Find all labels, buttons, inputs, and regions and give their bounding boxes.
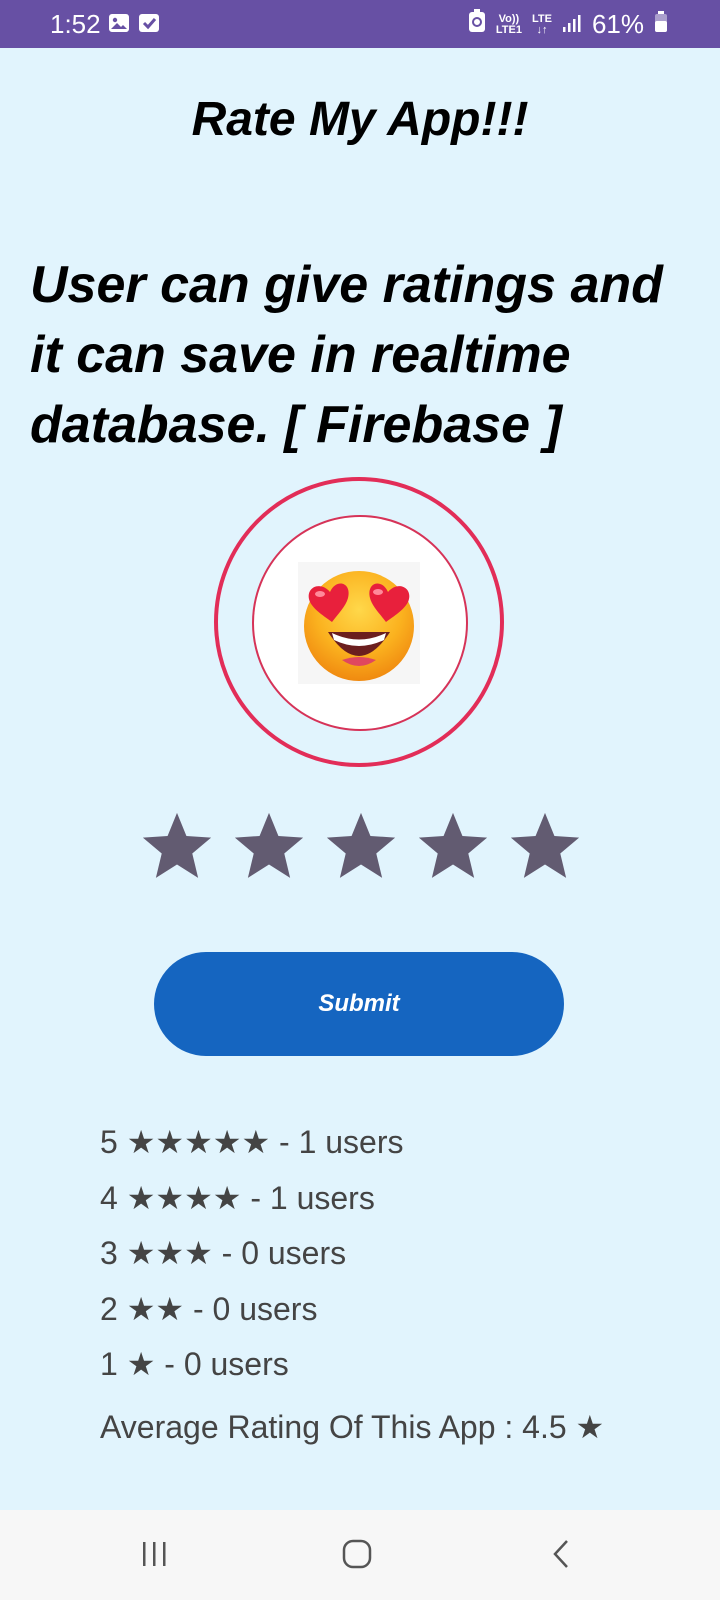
recent-apps-icon[interactable] [130, 1532, 180, 1576]
star-3-icon[interactable] [322, 808, 400, 886]
star-4-icon[interactable] [414, 808, 492, 886]
stat-row-3: 3 ★★★ - 0 users [100, 1235, 347, 1271]
lte-label: LTE ↓↑ [532, 13, 552, 36]
data-saver-icon [468, 9, 486, 40]
battery-percent: 61% [591, 9, 644, 39]
heart-eyes-emoji-icon [298, 562, 420, 684]
status-right: Vo)) LTE1 LTE ↓↑ 61% [468, 9, 668, 40]
stat-row-2: 2 ★★ - 0 users [100, 1291, 318, 1327]
status-bar: 1:52 Vo)) LTE1 LTE ↓↑ 61% [0, 0, 720, 48]
average-rating: Average Rating Of This App : 4.5 ★ [100, 1409, 605, 1445]
star-5-icon[interactable] [506, 808, 584, 886]
gallery-icon [108, 12, 130, 34]
description-text: User can give ratings and it can save in… [30, 256, 663, 454]
submit-button[interactable]: Submit [154, 952, 564, 1056]
navigation-bar [0, 1510, 720, 1600]
star-2-icon[interactable] [230, 808, 308, 886]
stat-row-1: 1 ★ - 0 users [100, 1346, 289, 1382]
rating-bar[interactable] [138, 808, 584, 886]
app-title: Rate My App!!! [191, 93, 529, 146]
network-label: Vo)) LTE1 [495, 13, 522, 36]
back-icon[interactable] [536, 1532, 586, 1576]
status-time: 1:52 [50, 9, 101, 39]
signal-icon [562, 9, 582, 40]
transfer-arrows-icon: ↓↑ [536, 23, 548, 36]
network-bottom: LTE1 [495, 23, 522, 36]
stat-row-5: 5 ★★★★★ - 1 users [100, 1124, 404, 1160]
checkbox-icon [138, 12, 160, 34]
star-1-icon[interactable] [138, 808, 216, 886]
home-icon[interactable] [332, 1532, 382, 1576]
battery-icon [654, 9, 668, 40]
stat-row-4: 4 ★★★★ - 1 users [100, 1180, 375, 1216]
